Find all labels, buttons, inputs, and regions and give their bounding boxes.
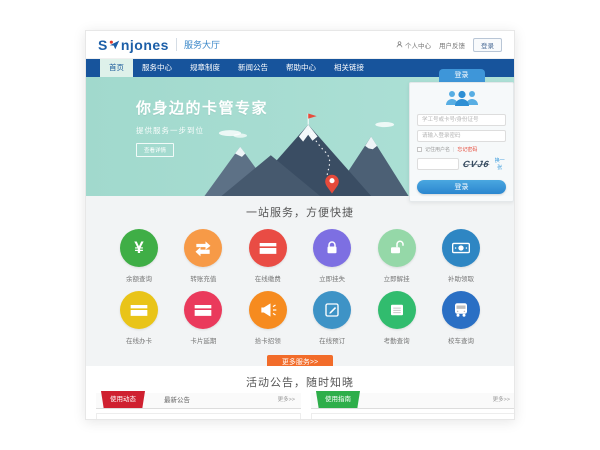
users-icon <box>442 89 482 106</box>
remember-row: 记住用户名 | 忘记密码 <box>417 146 506 153</box>
nav-item-links[interactable]: 相关链接 <box>325 59 373 77</box>
captcha-image[interactable]: CVJ6 <box>462 159 490 169</box>
personal-center-link[interactable]: 个人中心 <box>396 40 431 50</box>
password-input[interactable] <box>417 130 506 142</box>
tab-usage-news[interactable]: 使用动态 <box>101 391 145 408</box>
card-icon <box>193 300 213 320</box>
forgot-password-link[interactable]: 忘记密码 <box>457 146 477 153</box>
service-school-bus[interactable]: 校车查询 <box>434 291 488 345</box>
left-more-link[interactable]: 更多>> <box>278 393 295 408</box>
logo-text-suffix: njones <box>121 37 169 53</box>
service-apply-card[interactable]: 在线办卡 <box>112 291 166 345</box>
services-section: 一站服务，方便快捷 ¥ 余额查询 转账充值 <box>86 196 514 366</box>
service-pay[interactable]: 在线缴费 <box>241 229 295 283</box>
announcements-right-tabbar: 使用指南 更多>> <box>311 393 515 409</box>
hero-title: 你身边的卡管专家 <box>136 97 268 118</box>
captcha-refresh-link[interactable]: 换一张 <box>494 157 506 171</box>
logo-plane-icon <box>109 37 120 53</box>
services-row-2: 在线办卡 卡片延期 拾卡招领 <box>86 291 514 345</box>
hero-subtitle: 提供服务一步到位 <box>136 125 268 136</box>
services-row-1: ¥ 余额查询 转账充值 在线缴费 <box>86 229 514 283</box>
logo-text-prefix: S <box>98 37 108 53</box>
hero-copy: 你身边的卡管专家 提供服务一步到位 查看详情 <box>136 97 268 157</box>
login-panel: 登录 记住用户名 | 忘记密码 CVJ6 换一张 <box>409 69 514 202</box>
transfer-arrows-icon <box>193 238 213 258</box>
feedback-link[interactable]: 用户反馈 <box>439 40 465 50</box>
lock-closed-icon <box>323 239 341 257</box>
nav-item-help[interactable]: 帮助中心 <box>277 59 325 77</box>
hero-cta-button[interactable]: 查看详情 <box>136 143 174 157</box>
login-tab[interactable]: 登录 <box>439 69 485 82</box>
edit-icon <box>323 301 341 319</box>
captcha-row: CVJ6 换一张 <box>417 157 506 171</box>
nav-item-news[interactable]: 新闻公告 <box>229 59 277 77</box>
login-form: 记住用户名 | 忘记密码 CVJ6 换一张 登录 <box>409 82 514 202</box>
service-lost-found[interactable]: 拾卡招领 <box>241 291 295 345</box>
service-attendance[interactable]: 考勤查询 <box>370 291 424 345</box>
card-icon <box>129 300 149 320</box>
tab-latest-announcements[interactable]: 最新公告 <box>164 393 190 408</box>
portal-page: S njones 服务大厅 个人中心 用户反馈 登录 <box>85 30 515 420</box>
announcements-left-tabbar: 使用动态 最新公告 更多>> <box>96 393 301 409</box>
login-submit-button[interactable]: 登录 <box>417 180 506 194</box>
yuan-icon: ¥ <box>134 238 143 258</box>
service-report-loss[interactable]: 立即挂失 <box>305 229 359 283</box>
announcements-section: 活动公告，随时知晓 使用动态 最新公告 更多>> 使用指南 更多>> <box>86 366 514 420</box>
captcha-input[interactable] <box>417 158 459 170</box>
header-links: 个人中心 用户反馈 登录 <box>396 38 502 52</box>
megaphone-icon <box>258 300 278 320</box>
brand-logo[interactable]: S njones <box>98 37 169 53</box>
bus-icon <box>452 301 470 319</box>
right-panel-content <box>311 413 515 420</box>
service-card-extension[interactable]: 卡片延期 <box>176 291 230 345</box>
lock-open-icon <box>388 239 406 257</box>
hero-banner: 你身边的卡管专家 提供服务一步到位 查看详情 登录 <box>86 77 514 196</box>
service-cancel-loss[interactable]: 立即解挂 <box>370 229 424 283</box>
header: S njones 服务大厅 个人中心 用户反馈 登录 <box>86 31 514 59</box>
tab-user-guide[interactable]: 使用指南 <box>316 391 360 408</box>
portal-name: 服务大厅 <box>176 38 220 51</box>
account-input[interactable] <box>417 114 506 126</box>
nav-item-home[interactable]: 首页 <box>100 59 133 77</box>
nav-item-service-center[interactable]: 服务中心 <box>133 59 181 77</box>
remember-label: 记住用户名 <box>425 146 450 153</box>
service-balance[interactable]: ¥ 余额查询 <box>112 229 166 283</box>
service-transfer[interactable]: 转账充值 <box>176 229 230 283</box>
right-more-link[interactable]: 更多>> <box>493 393 510 408</box>
nav-item-rules[interactable]: 规章制度 <box>181 59 229 77</box>
user-icon <box>396 41 403 48</box>
attendance-icon <box>388 301 406 319</box>
credit-card-icon <box>258 238 278 258</box>
left-panel-content <box>96 413 301 420</box>
banknote-icon <box>451 238 471 258</box>
header-login-button[interactable]: 登录 <box>473 38 502 52</box>
service-subsidy[interactable]: 补助领取 <box>434 229 488 283</box>
announcements-title: 活动公告，随时知晓 <box>86 366 514 390</box>
remember-checkbox[interactable] <box>417 147 422 152</box>
service-booking[interactable]: 在线预订 <box>305 291 359 345</box>
